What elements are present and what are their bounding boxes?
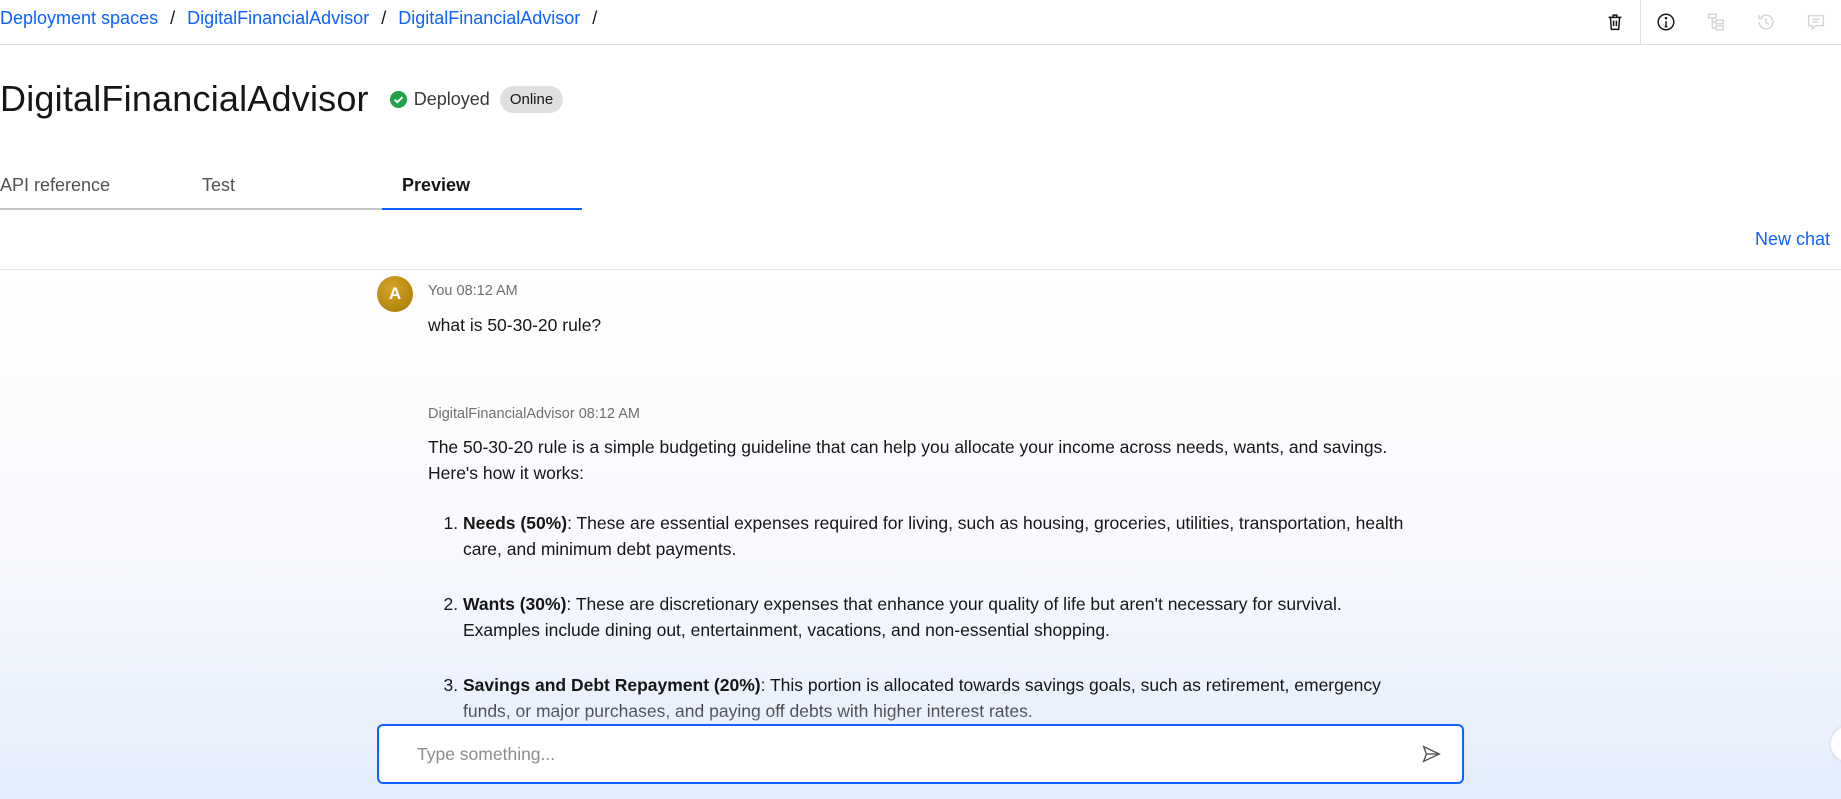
top-bar: Deployment spaces / DigitalFinancialAdvi… — [0, 0, 1841, 45]
list-item-title: Wants (30%) — [463, 594, 567, 614]
comment-icon — [1807, 14, 1825, 31]
chat-toolbar: New chat — [0, 219, 1841, 270]
user-message: what is 50-30-20 rule? — [428, 315, 602, 335]
tab-list: API reference Test Preview — [0, 170, 582, 210]
list-item: Savings and Debt Repayment (20%): This p… — [463, 672, 1418, 724]
breadcrumb-separator: / — [170, 8, 176, 28]
tab-test[interactable]: Test — [182, 170, 382, 210]
list-item-title: Needs (50%) — [463, 513, 568, 533]
list-item: Needs (50%): These are essential expense… — [463, 510, 1418, 562]
delete-button[interactable] — [1590, 0, 1640, 44]
sender-name: You — [428, 283, 453, 299]
message-time: 08:12 AM — [456, 283, 518, 299]
breadcrumb-deployment-spaces[interactable]: Deployment spaces — [0, 8, 158, 29]
list-item-text: : These are discretionary expenses that … — [463, 594, 1342, 640]
page-title: DigitalFinancialAdvisor — [0, 78, 369, 119]
comments-button[interactable] — [1791, 0, 1841, 44]
breadcrumb: Deployment spaces / DigitalFinancialAdvi… — [0, 8, 609, 29]
breadcrumb-separator: / — [381, 8, 387, 28]
page-header: DigitalFinancialAdvisor Deployed Online — [0, 78, 564, 120]
message-composer — [377, 724, 1464, 784]
lineage-button[interactable] — [1691, 0, 1741, 44]
tab-preview[interactable]: Preview — [382, 170, 582, 210]
info-button[interactable] — [1641, 0, 1691, 44]
chat-area[interactable]: A You 08:12 AM what is 50-30-20 rule? Di… — [0, 270, 1841, 799]
checkmark-filled-icon — [389, 90, 407, 108]
assistant-message-meta: DigitalFinancialAdvisor 08:12 AM — [428, 406, 640, 422]
user-message-meta: You 08:12 AM — [428, 283, 518, 299]
answer-list: Needs (50%): These are essential expense… — [428, 510, 1418, 724]
toolbar — [1590, 0, 1841, 44]
info-icon — [1657, 13, 1675, 31]
list-item-title: Savings and Debt Repayment (20%) — [463, 675, 761, 695]
assistant-message: The 50-30-20 rule is a simple budgeting … — [428, 434, 1418, 753]
breadcrumb-space[interactable]: DigitalFinancialAdvisor — [187, 8, 369, 29]
breadcrumb-deployment[interactable]: DigitalFinancialAdvisor — [398, 8, 580, 29]
list-item: Wants (30%): These are discretionary exp… — [463, 591, 1418, 643]
trash-icon — [1608, 14, 1622, 31]
history-icon — [1758, 14, 1774, 30]
message-time: 08:12 AM — [578, 406, 640, 422]
breadcrumb-separator: / — [592, 8, 598, 28]
answer-intro: The 50-30-20 rule is a simple budgeting … — [428, 437, 1388, 483]
new-chat-button[interactable]: New chat — [1755, 229, 1830, 250]
hierarchy-icon — [1707, 13, 1725, 31]
tab-api-reference[interactable]: API reference — [0, 170, 182, 210]
list-item-text: : These are essential expenses required … — [463, 513, 1404, 559]
status-label: Deployed — [413, 88, 490, 109]
history-button[interactable] — [1741, 0, 1791, 44]
send-icon[interactable] — [1420, 743, 1442, 765]
message-input[interactable] — [417, 738, 1377, 770]
online-tag: Online — [499, 85, 564, 113]
avatar: A — [377, 276, 413, 312]
deployment-status: Deployed — [389, 89, 490, 110]
sender-name: DigitalFinancialAdvisor — [428, 406, 575, 422]
